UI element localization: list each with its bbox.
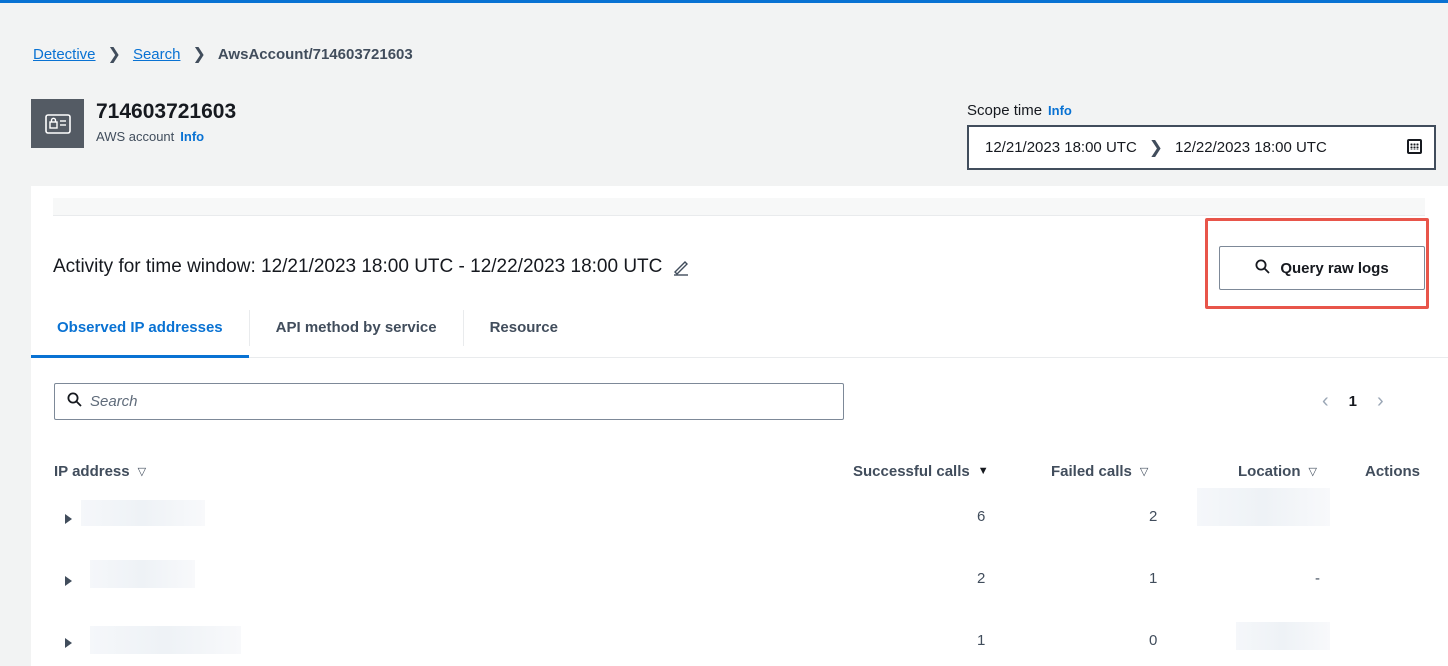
tab-observed-ip-addresses[interactable]: Observed IP addresses xyxy=(31,310,249,359)
successful-calls-cell: 2 xyxy=(977,570,986,587)
location-cell: - xyxy=(1315,570,1320,587)
redacted-location xyxy=(1197,488,1330,526)
tab-bar: Observed IP addresses API method by serv… xyxy=(31,298,1448,359)
aws-account-icon xyxy=(31,99,84,148)
account-info-link[interactable]: Info xyxy=(180,129,204,144)
column-failed-calls[interactable]: Failed calls ▽ xyxy=(1051,454,1148,488)
scope-time-picker[interactable]: 12/21/2023 18:00 UTC ❯ 12/22/2023 18:00 … xyxy=(967,125,1436,170)
table-row: 1 0 xyxy=(31,612,1448,666)
chevron-right-icon: ❯ xyxy=(1148,137,1164,157)
caret-right-icon[interactable] xyxy=(65,514,72,524)
sort-down-outline-icon: ▽ xyxy=(137,465,147,478)
column-actions-label: Actions xyxy=(1365,462,1421,480)
successful-calls-cell: 6 xyxy=(977,508,986,525)
top-accent-line xyxy=(0,0,1448,3)
column-failed-calls-label: Failed calls xyxy=(1051,462,1132,480)
calendar-icon[interactable] xyxy=(1407,139,1422,154)
column-location[interactable]: Location ▽ xyxy=(1238,454,1317,488)
scope-time-label: Scope time Info xyxy=(967,102,1072,119)
page-title: 714603721603 xyxy=(96,100,237,123)
activity-panel: Activity for time window: 12/21/2023 18:… xyxy=(31,186,1448,666)
breadcrumb-search[interactable]: Search xyxy=(133,46,181,63)
failed-calls-cell: 0 xyxy=(1149,632,1158,649)
search-icon xyxy=(1255,259,1270,278)
account-type-label: AWS account xyxy=(96,129,175,144)
failed-calls-cell: 2 xyxy=(1149,508,1158,525)
scope-time-text: Scope time xyxy=(967,102,1043,119)
column-successful-calls-label: Successful calls xyxy=(853,462,970,480)
activity-title: Activity for time window: 12/21/2023 18:… xyxy=(53,256,690,278)
column-actions: Actions xyxy=(1365,454,1420,488)
account-type: AWS account Info xyxy=(96,129,204,144)
page-number[interactable]: 1 xyxy=(1349,393,1357,410)
breadcrumb: Detective ❯ Search ❯ AwsAccount/71460372… xyxy=(33,44,413,64)
table-header: IP address ▽ Successful calls ▼ Failed c… xyxy=(31,454,1448,488)
sort-down-filled-icon: ▼ xyxy=(977,465,989,477)
column-successful-calls[interactable]: Successful calls ▼ xyxy=(853,454,989,488)
scope-start: 12/21/2023 18:00 UTC xyxy=(985,139,1137,156)
redacted-location xyxy=(1236,622,1330,650)
redacted-ip xyxy=(90,626,241,654)
query-raw-logs-button[interactable]: Query raw logs xyxy=(1219,246,1425,290)
chevron-right-icon[interactable]: › xyxy=(1377,390,1384,413)
caret-right-icon[interactable] xyxy=(65,638,72,648)
chevron-right-icon: ❯ xyxy=(107,46,121,63)
column-location-label: Location xyxy=(1238,462,1301,480)
search-icon xyxy=(67,392,82,411)
caret-right-icon[interactable] xyxy=(65,576,72,586)
tab-api-method-by-service[interactable]: API method by service xyxy=(248,309,463,346)
column-ip-address[interactable]: IP address ▽ xyxy=(54,454,146,488)
ip-table-area: Search ‹ 1 › IP address ▽ Successful cal… xyxy=(31,358,1448,666)
tab-resource[interactable]: Resource xyxy=(462,309,584,346)
chevron-right-icon: ❯ xyxy=(192,46,206,63)
search-placeholder: Search xyxy=(90,393,138,410)
activity-title-text: Activity for time window: 12/21/2023 18:… xyxy=(53,256,663,277)
query-raw-logs-label: Query raw logs xyxy=(1280,259,1389,277)
redacted-ip xyxy=(81,500,205,526)
chevron-left-icon[interactable]: ‹ xyxy=(1322,390,1329,413)
scope-info-link[interactable]: Info xyxy=(1048,103,1072,118)
table-row: 2 1 - xyxy=(31,550,1448,612)
panel-divider-strip xyxy=(53,198,1425,216)
successful-calls-cell: 1 xyxy=(977,632,986,649)
table-row: 6 2 xyxy=(31,488,1448,550)
sort-down-outline-icon: ▽ xyxy=(1308,465,1317,478)
failed-calls-cell: 1 xyxy=(1149,570,1158,587)
breadcrumb-current: AwsAccount/714603721603 xyxy=(217,45,413,63)
pencil-icon[interactable] xyxy=(672,258,690,276)
search-input[interactable]: Search xyxy=(54,383,844,420)
pagination: ‹ 1 › xyxy=(1322,390,1384,413)
scope-end: 12/22/2023 18:00 UTC xyxy=(1175,139,1327,156)
breadcrumb-detective[interactable]: Detective xyxy=(33,46,96,63)
redacted-ip xyxy=(90,560,195,588)
sort-down-outline-icon: ▽ xyxy=(1139,465,1149,478)
column-ip-address-label: IP address xyxy=(54,462,130,480)
